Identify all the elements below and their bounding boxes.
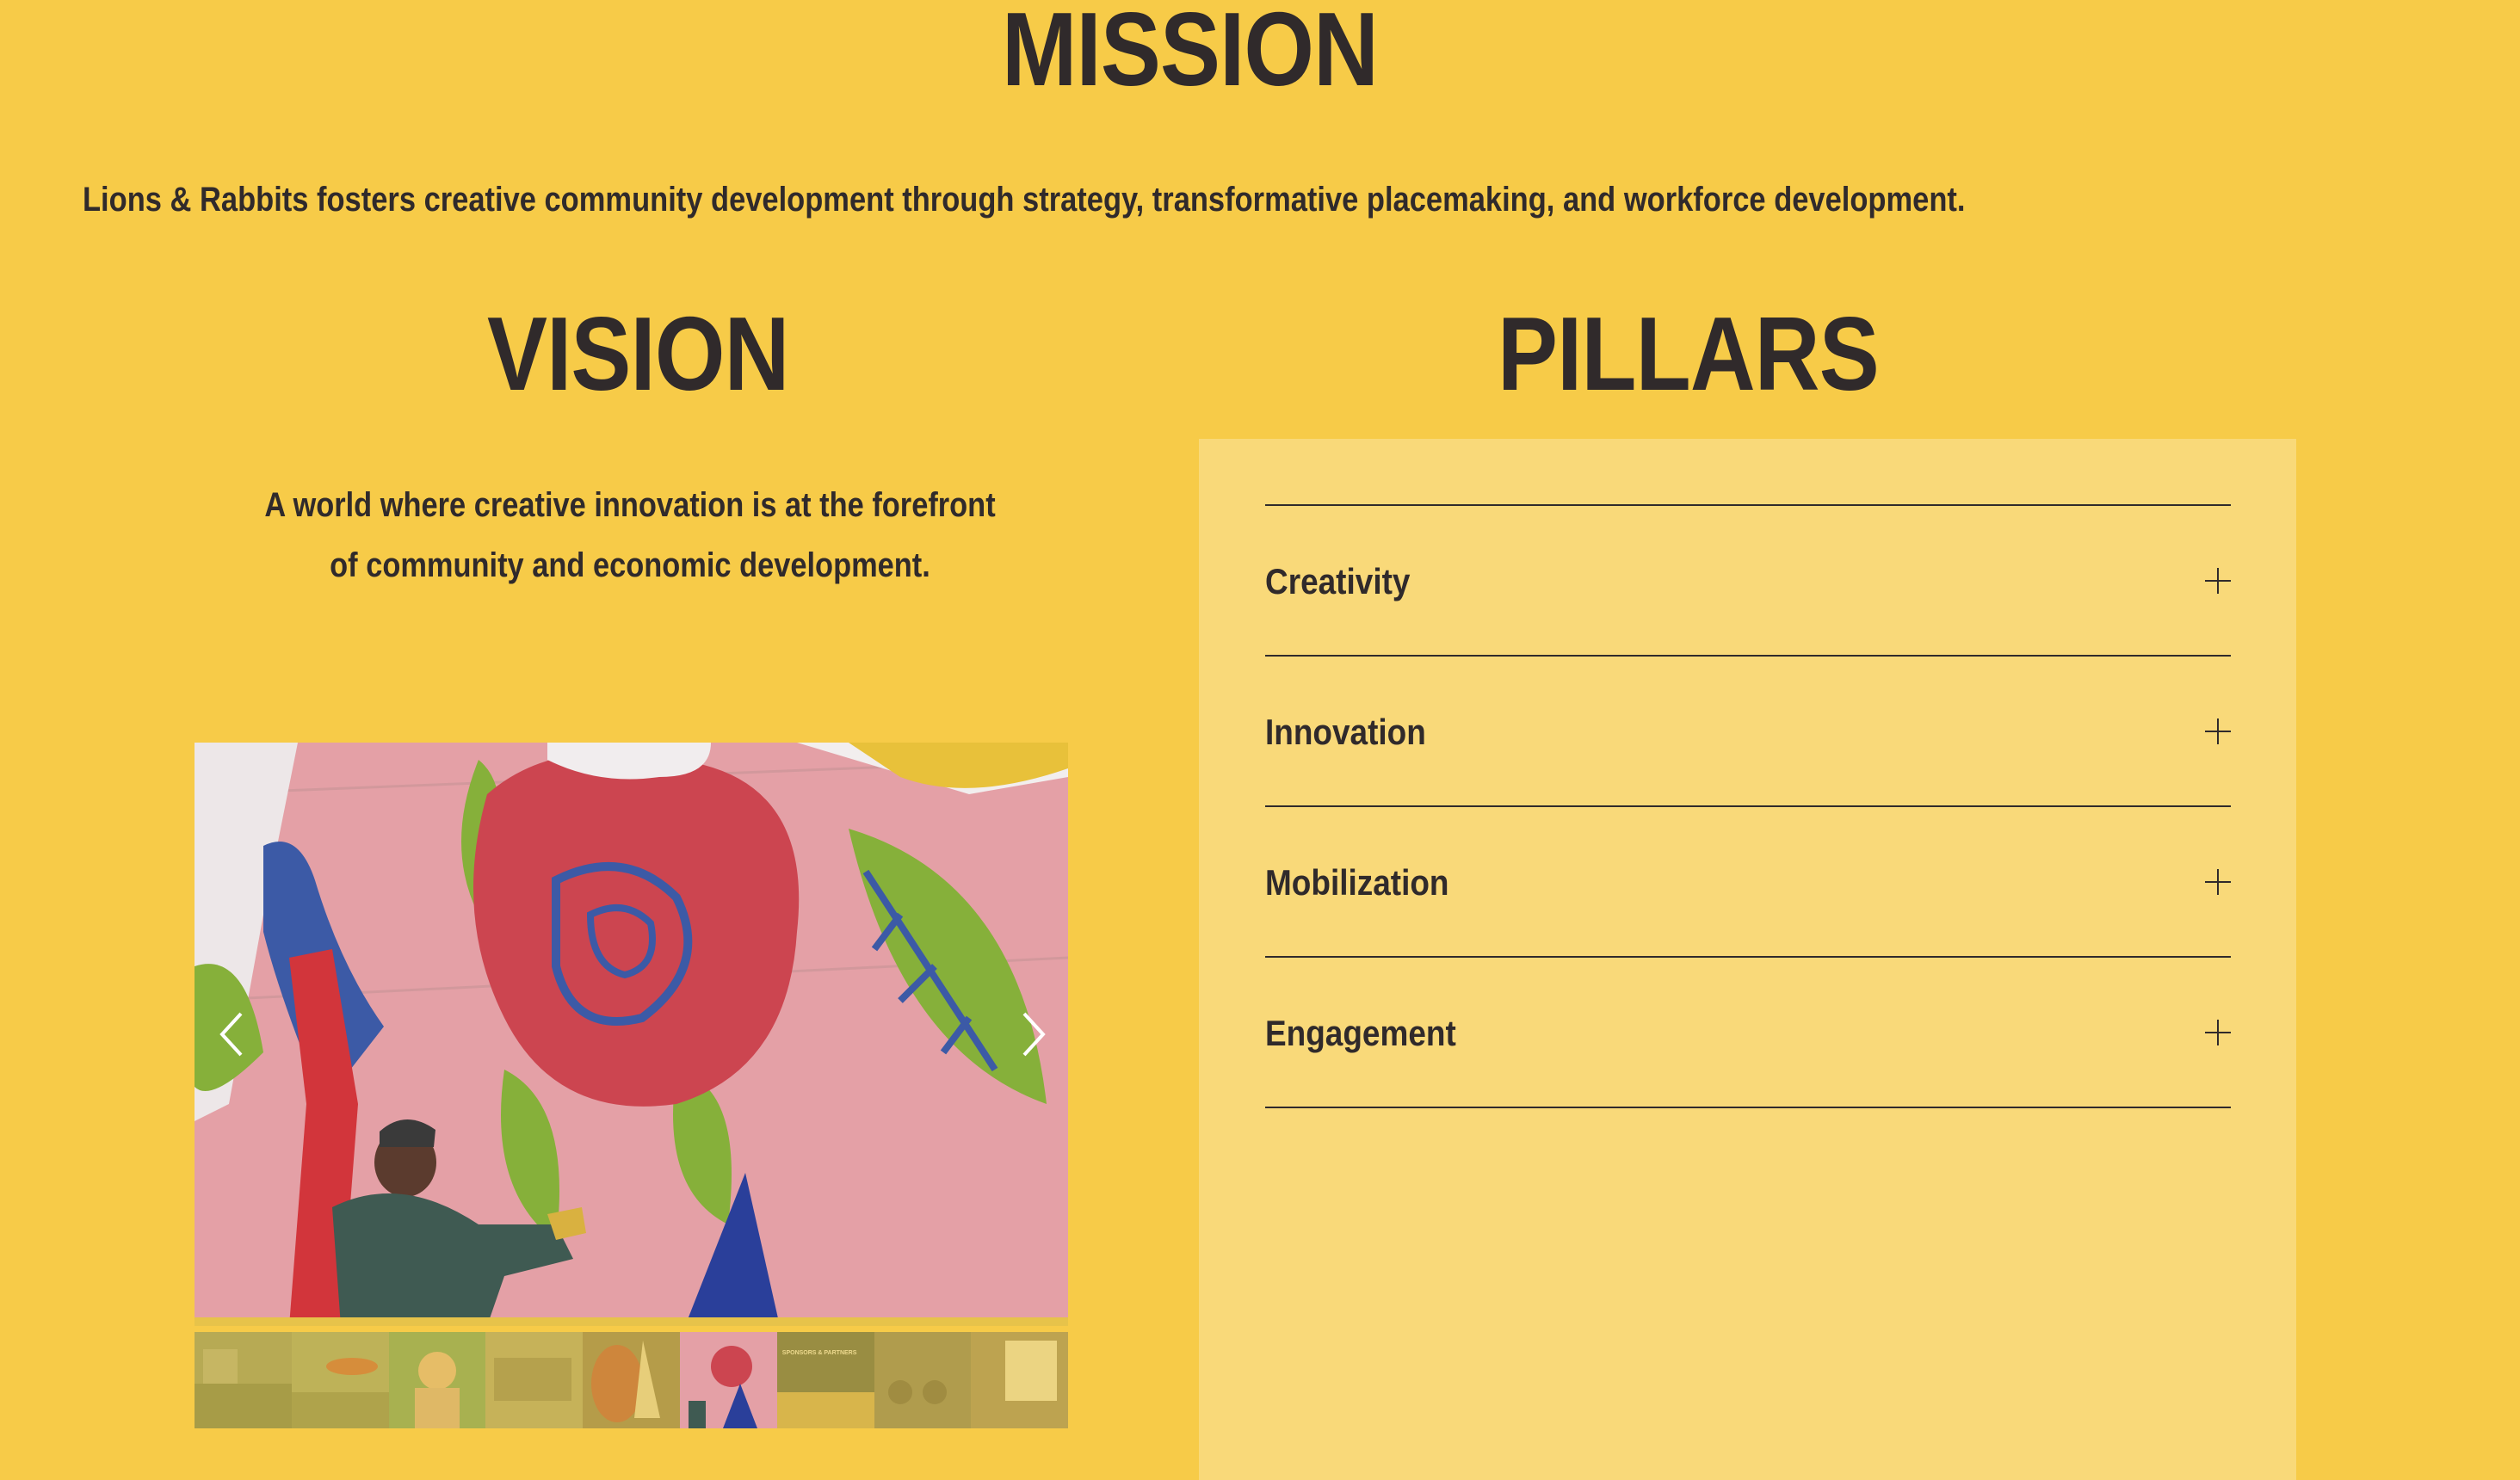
pillar-item-innovation[interactable]: Innovation [1265, 657, 2231, 807]
mission-title: MISSION [1002, 0, 1379, 108]
pillars-panel: Creativity Innovation Mobilization Engag… [1199, 439, 2296, 1480]
vision-title: VISION [487, 295, 789, 412]
carousel-thumbnail-active[interactable] [679, 1332, 777, 1428]
chevron-left-icon[interactable] [215, 1008, 250, 1060]
pillars-accordion: Creativity Innovation Mobilization Engag… [1265, 504, 2231, 1108]
carousel-thumbnail[interactable]: SPONSORS & PARTNERS [776, 1332, 874, 1428]
pillar-label: Creativity [1265, 561, 1411, 601]
mission-statement: Lions & Rabbits fosters creative communi… [83, 181, 1966, 219]
vision-statement-line: of community and economic development. [330, 546, 930, 584]
carousel-thumbnail[interactable] [583, 1332, 681, 1428]
pillar-item-mobilization[interactable]: Mobilization [1265, 807, 2231, 958]
carousel-image-mural [195, 743, 1068, 1326]
chevron-right-icon[interactable] [1016, 1008, 1050, 1060]
plus-icon[interactable] [2205, 1020, 2231, 1045]
carousel-thumbnail[interactable] [195, 1332, 292, 1428]
pillar-label: Engagement [1265, 1013, 1456, 1053]
carousel-thumbnails: SPONSORS & PARTNERS [195, 1332, 1068, 1428]
plus-icon[interactable] [2205, 869, 2231, 895]
carousel-thumbnail[interactable] [291, 1332, 389, 1428]
pillar-item-engagement[interactable]: Engagement [1265, 958, 2231, 1108]
pillar-label: Mobilization [1265, 862, 1449, 903]
pillar-item-creativity[interactable]: Creativity [1265, 506, 2231, 657]
carousel-thumbnail[interactable] [388, 1332, 486, 1428]
plus-icon[interactable] [2205, 718, 2231, 744]
thumbnail-caption: SPONSORS & PARTNERS [781, 1350, 857, 1356]
vision-statement: A world where creative innovation is at … [191, 475, 1069, 595]
carousel-thumbnail[interactable] [874, 1332, 972, 1428]
pillar-label: Innovation [1265, 712, 1426, 752]
image-carousel[interactable] [195, 743, 1068, 1326]
pillars-title: PILLARS [1498, 295, 1880, 412]
plus-icon[interactable] [2205, 568, 2231, 594]
vision-statement-line: A world where creative innovation is at … [264, 486, 996, 524]
carousel-thumbnail[interactable] [971, 1332, 1068, 1428]
carousel-thumbnail[interactable] [485, 1332, 584, 1428]
